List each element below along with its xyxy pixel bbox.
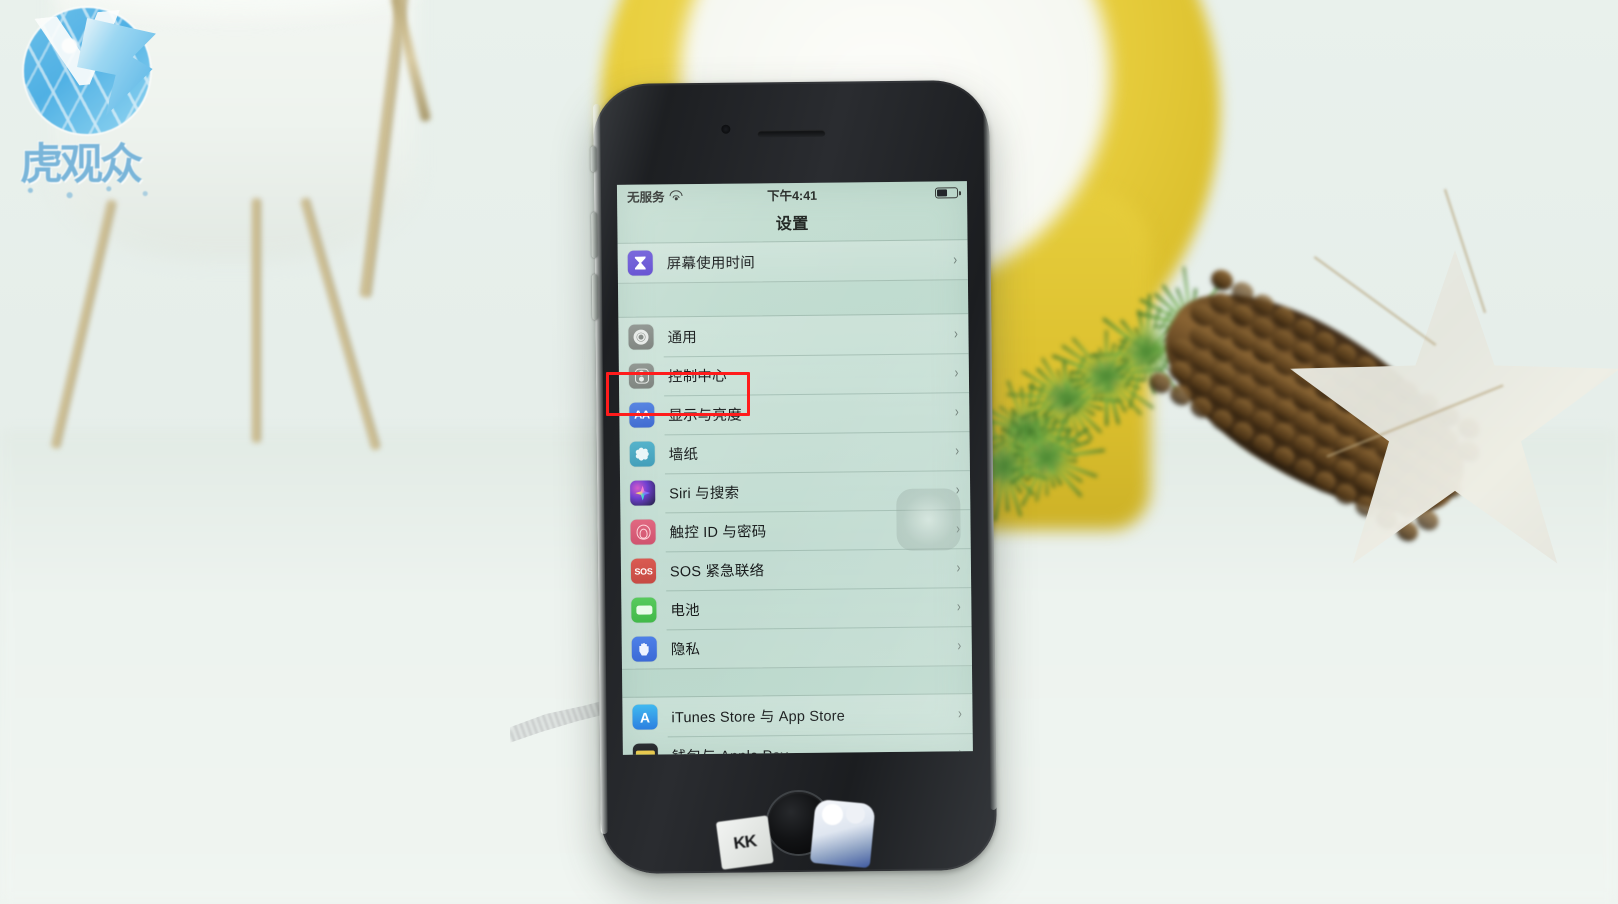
scene-photo: 无服务 下午4:41 设置 屏幕使用时间 › 通用 › 控制中心 › AA 显示与亮度 › 墙纸 ›… [0, 0, 1618, 904]
volume-up-button[interactable] [591, 212, 597, 258]
chevron-right-icon: › [957, 598, 961, 615]
settings-row[interactable]: 控制中心 › [619, 353, 969, 396]
kk-sticker: KK [716, 815, 774, 869]
chevron-right-icon: › [954, 364, 958, 381]
siri-icon [630, 480, 655, 505]
group-separator [622, 666, 972, 697]
battery-icon [935, 187, 958, 198]
settings-row[interactable]: 隐私 › [622, 626, 972, 669]
settings-row-label: 通用 [667, 326, 697, 347]
settings-row-label: 触控 ID 与密码 [669, 520, 766, 542]
group-screentime: 屏幕使用时间 › [618, 239, 968, 284]
chevron-right-icon: › [956, 481, 960, 498]
planter-leg-center [252, 198, 261, 443]
chevron-right-icon: › [956, 520, 960, 537]
settings-row-label: 屏幕使用时间 [667, 251, 755, 273]
gear-icon [628, 324, 653, 349]
settings-row[interactable]: AA 显示与亮度 › [619, 392, 969, 435]
chevron-right-icon: › [957, 637, 961, 654]
settings-row[interactable]: iTunes Store 与 App Store › [622, 694, 972, 737]
chevron-right-icon: › [958, 705, 962, 722]
bear-charm-sticker [810, 799, 876, 868]
settings-row[interactable]: 通用 › [618, 314, 968, 357]
control-center-icon [629, 363, 654, 388]
settings-row-label: SOS 紧急联络 [670, 559, 764, 581]
volume-down-button[interactable] [592, 274, 598, 320]
chevron-right-icon: › [953, 251, 957, 268]
display-brightness-icon: AA [629, 402, 654, 427]
sos-icon: SOS [631, 558, 656, 583]
group-store: iTunes Store 与 App Store › 钱包与 Apple Pay › [622, 693, 973, 755]
settings-row-label: 电池 [670, 599, 700, 620]
chevron-right-icon: › [954, 325, 958, 342]
status-time: 下午4:41 [617, 183, 967, 206]
status-bar: 无服务 下午4:41 [617, 181, 967, 207]
group-separator [618, 280, 968, 317]
settings-row-label: 钱包与 Apple Pay [672, 744, 788, 755]
chevron-right-icon: › [955, 403, 959, 420]
chevron-right-icon: › [956, 559, 960, 576]
settings-row-label: Siri 与搜索 [669, 482, 739, 504]
wallet-icon [633, 743, 658, 754]
front-camera [721, 125, 730, 134]
phone-screen: 无服务 下午4:41 设置 屏幕使用时间 › 通用 › 控制中心 › AA 显示与亮度 › 墙纸 ›… [617, 181, 973, 755]
settings-row-label: 控制中心 [668, 365, 727, 387]
settings-row[interactable]: 钱包与 Apple Pay › [623, 733, 973, 755]
group-system: 通用 › 控制中心 › AA 显示与亮度 › 墙纸 › Siri 与搜索 › 触控 ID 与密码 › SO… [618, 313, 972, 670]
settings-row[interactable]: 触控 ID 与密码 › [620, 509, 970, 552]
chevron-right-icon: › [958, 744, 962, 755]
settings-row[interactable]: Siri 与搜索 › [620, 470, 970, 513]
screen-time-icon [628, 250, 653, 275]
privacy-hand-icon [632, 636, 657, 661]
planter-leg-left [51, 199, 117, 449]
touch-id-icon [630, 519, 655, 544]
wallpaper-icon [630, 441, 655, 466]
chevron-right-icon: › [955, 442, 959, 459]
battery-settings-icon [631, 597, 656, 622]
settings-row[interactable]: 墙纸 › [620, 431, 970, 474]
mute-switch[interactable] [591, 146, 597, 172]
earpiece-speaker [757, 130, 825, 138]
settings-list[interactable]: 屏幕使用时间 › 通用 › 控制中心 › AA 显示与亮度 › 墙纸 › Siri 与搜索 › 触控 ID… [618, 239, 973, 755]
settings-row[interactable]: SOS SOS 紧急联络 › [621, 548, 971, 591]
settings-row-label: 隐私 [671, 638, 701, 659]
iphone-device: 无服务 下午4:41 设置 屏幕使用时间 › 通用 › 控制中心 › AA 显示与亮度 › 墙纸 ›… [593, 80, 997, 874]
page-title: 设置 [617, 203, 967, 243]
settings-row-label: iTunes Store 与 App Store [671, 704, 845, 727]
settings-row-label: 显示与亮度 [668, 404, 742, 426]
app-store-icon [632, 704, 657, 729]
settings-row-label: 墙纸 [669, 443, 699, 464]
settings-row[interactable]: 屏幕使用时间 › [618, 240, 968, 283]
settings-row[interactable]: 电池 › [621, 587, 971, 630]
